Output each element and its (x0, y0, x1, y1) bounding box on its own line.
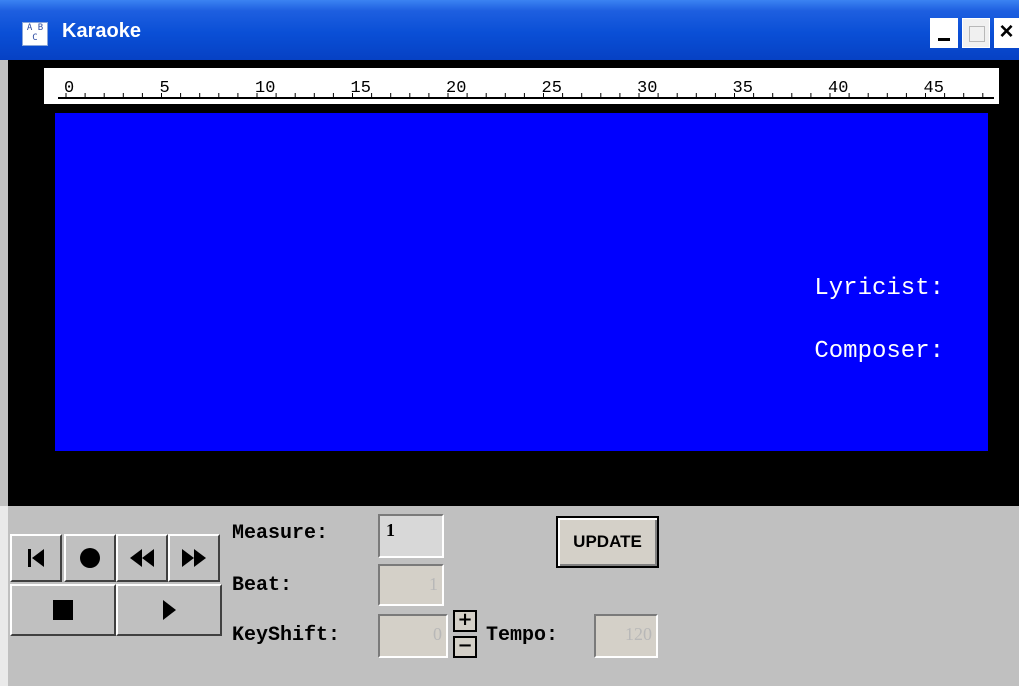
update-button[interactable]: UPDATE (556, 516, 659, 568)
record-icon (80, 548, 100, 568)
rewind-icon (130, 549, 154, 567)
ruler-label: 0 (64, 79, 74, 98)
keyshift-plus-button[interactable]: + (453, 610, 477, 632)
control-panel: Measure: 1 Beat: 1 KeyShift: 0 + − Tempo… (0, 506, 1019, 686)
measure-input[interactable]: 1 (378, 514, 444, 558)
skip-to-start-button[interactable] (10, 534, 62, 582)
window-title: Karaoke (62, 20, 141, 42)
play-button[interactable] (116, 584, 222, 636)
close-button[interactable]: × (994, 18, 1019, 48)
rewind-button[interactable] (116, 534, 168, 582)
maximize-button[interactable] (962, 18, 990, 48)
record-button[interactable] (64, 534, 116, 582)
minimize-button[interactable] (930, 18, 958, 48)
ruler-label: 45 (924, 79, 944, 98)
keyshift-label: KeyShift: (232, 624, 341, 647)
title-bar: A B C Karaoke × (0, 0, 1019, 60)
ruler-label: 25 (542, 79, 562, 98)
app-icon[interactable]: A B C (22, 22, 48, 46)
app-icon-text-top: A B (26, 23, 44, 33)
karaoke-display: 0 5 10 15 20 25 30 35 40 45 Lyricist: Composer: (8, 60, 1019, 506)
ruler-label: 10 (255, 79, 275, 98)
keyshift-minus-button[interactable]: − (453, 636, 477, 658)
tempo-input[interactable]: 120 (594, 614, 658, 658)
skip-to-start-icon (28, 549, 44, 567)
measure-label: Measure: (232, 522, 329, 545)
beat-input[interactable]: 1 (378, 564, 444, 606)
play-icon (163, 600, 176, 620)
measure-ruler: 0 5 10 15 20 25 30 35 40 45 (44, 68, 999, 104)
lyrics-panel: Lyricist: Composer: (55, 113, 988, 451)
beat-label: Beat: (232, 574, 293, 597)
keyshift-input[interactable]: 0 (378, 614, 448, 658)
ruler-label: 35 (733, 79, 753, 98)
ruler-scale: 0 5 10 15 20 25 30 35 40 45 (58, 79, 994, 99)
ruler-label: 20 (446, 79, 466, 98)
fast-forward-icon (182, 549, 206, 567)
ruler-label: 30 (637, 79, 657, 98)
ruler-label: 15 (351, 79, 371, 98)
ruler-label: 5 (160, 79, 170, 98)
stop-icon (53, 600, 73, 620)
composer-label: Composer: (814, 338, 944, 365)
stop-button[interactable] (10, 584, 116, 636)
ruler-label: 40 (828, 79, 848, 98)
fast-forward-button[interactable] (168, 534, 220, 582)
app-icon-text-bottom: C (32, 33, 38, 43)
lyricist-label: Lyricist: (814, 275, 944, 302)
tempo-label: Tempo: (486, 624, 559, 647)
